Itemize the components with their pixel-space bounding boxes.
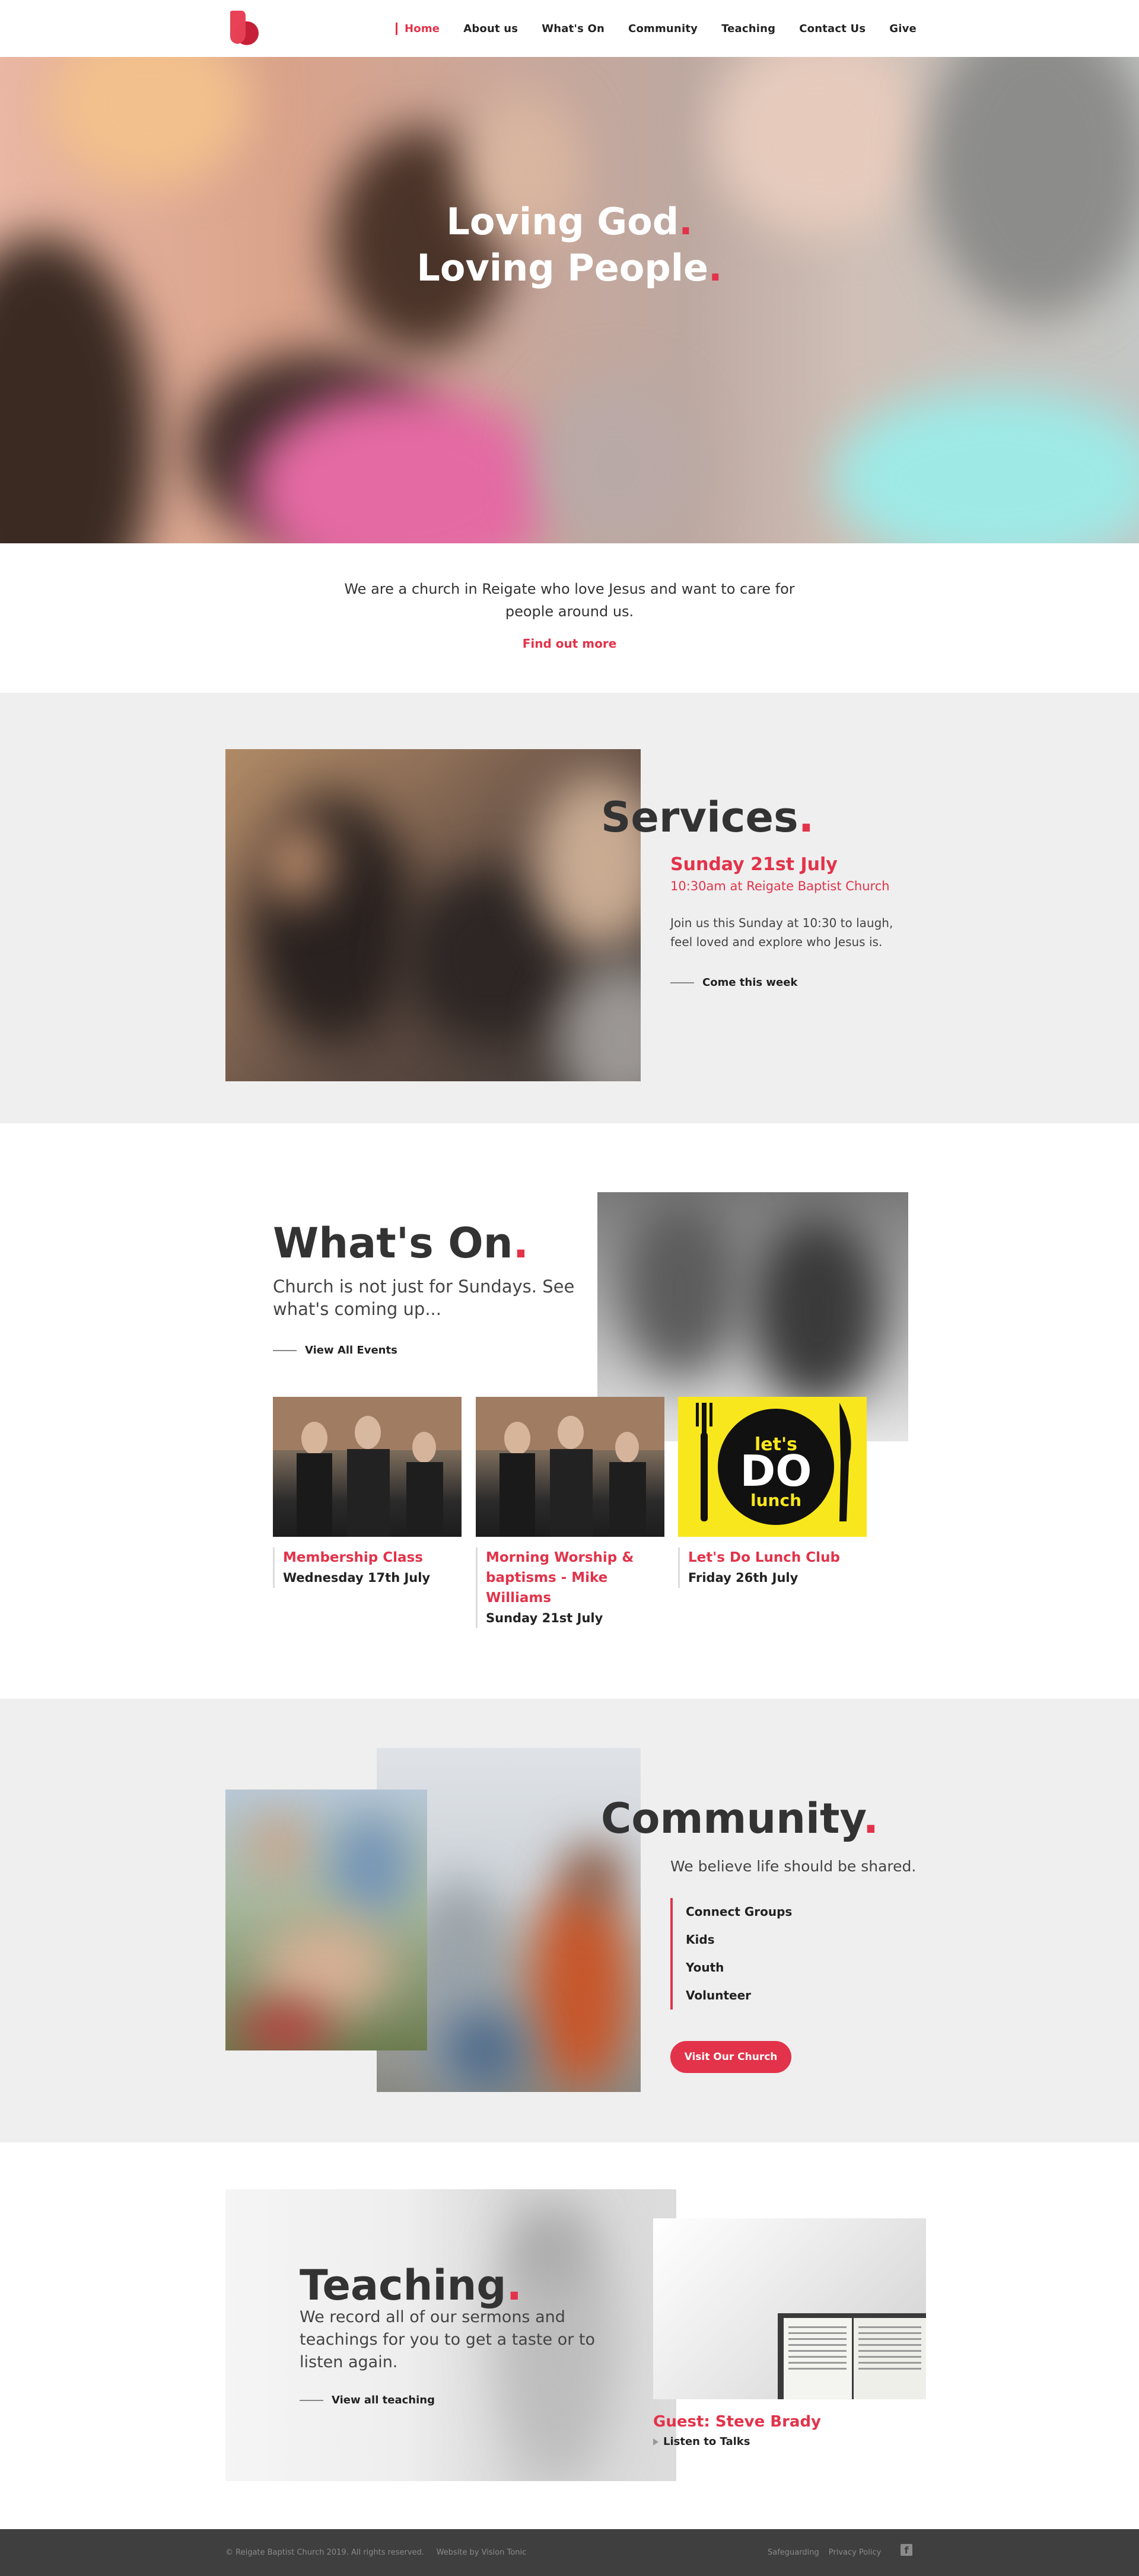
facebook-icon[interactable]: f <box>901 2544 912 2556</box>
nav-whats-on[interactable]: What's On <box>542 23 605 35</box>
whats-on-title: What's On. <box>273 1219 529 1268</box>
community-links: Connect Groups Kids Youth Volunteer <box>670 1898 848 2010</box>
lunch-logo-bottom: lunch <box>750 1491 801 1510</box>
view-all-teaching-label: View all teaching <box>332 2394 435 2406</box>
nav-home[interactable]: Home <box>396 22 440 35</box>
services-time: 10:30am at Reigate Baptist Church <box>670 879 890 893</box>
intro-text: We are a church in Reigate who love Jesu… <box>344 581 795 620</box>
event-date: Friday 26th July <box>688 1571 798 1585</box>
community-link-connect-groups[interactable]: Connect Groups <box>686 1898 848 1926</box>
nav-contact-us[interactable]: Contact Us <box>799 23 866 35</box>
community-photo-group <box>225 1789 427 2050</box>
listen-label: Listen to Talks <box>663 2435 750 2448</box>
event-image <box>273 1397 462 1537</box>
bible-photo <box>653 2218 926 2399</box>
footer-links: Safeguarding Privacy Policy <box>768 2548 890 2557</box>
event-card[interactable]: let's DO lunch Let's Do Lunch Club Frida… <box>678 1397 867 1588</box>
site-footer <box>0 2529 1139 2576</box>
nav-about-us[interactable]: About us <box>463 23 518 35</box>
nav-teaching[interactable]: Teaching <box>721 23 775 35</box>
event-image: let's DO lunch <box>678 1397 867 1537</box>
community-link-kids[interactable]: Kids <box>686 1926 848 1954</box>
view-all-teaching-link[interactable]: View all teaching <box>300 2394 435 2406</box>
event-date: Wednesday 17th July <box>283 1571 431 1585</box>
find-out-more-link[interactable]: Find out more <box>510 636 629 651</box>
visit-our-church-button[interactable]: Visit Our Church <box>670 2041 791 2073</box>
community-title: Community. <box>601 1794 879 1843</box>
footer-link-privacy[interactable]: Privacy Policy <box>829 2548 882 2557</box>
guest-speaker: Guest: Steve Brady <box>653 2413 822 2431</box>
services-photo <box>225 749 641 1081</box>
footer-copyright: © Reigate Baptist Church 2019. All right… <box>225 2548 424 2557</box>
footer-credit[interactable]: Website by Vision Tonic <box>437 2548 527 2557</box>
link-dash <box>670 982 694 983</box>
lunch-logo-middle: DO <box>740 1446 812 1496</box>
community-link-youth[interactable]: Youth <box>686 1954 848 1982</box>
services-date: Sunday 21st July <box>670 854 838 875</box>
event-date: Sunday 21st July <box>486 1611 603 1625</box>
footer-legal: © Reigate Baptist Church 2019. All right… <box>225 2548 526 2557</box>
hero-banner <box>0 57 1139 543</box>
come-this-week-label: Come this week <box>702 976 798 989</box>
hero-dot-1: . <box>679 200 693 243</box>
whats-on-subtitle: Church is not just for Sundays. See what… <box>273 1276 575 1319</box>
event-title: Let's Do Lunch Club <box>688 1550 840 1565</box>
view-all-events-link[interactable]: View All Events <box>273 1344 397 1357</box>
nav-community[interactable]: Community <box>628 23 698 35</box>
link-dash <box>273 1349 297 1351</box>
listen-to-talks-link[interactable]: Listen to Talks <box>653 2435 750 2448</box>
teaching-title: Teaching. <box>300 2261 523 2310</box>
view-all-events-label: View All Events <box>305 1344 397 1357</box>
community-subtitle: We believe life should be shared. <box>670 1858 917 1875</box>
event-text: Membership Class Wednesday 17th July <box>273 1547 462 1588</box>
play-icon <box>653 2438 658 2446</box>
event-card[interactable]: Morning Worship & baptisms - Mike Willia… <box>476 1397 664 1628</box>
hero-line-1: Loving God <box>446 200 679 243</box>
come-this-week-link[interactable]: Come this week <box>670 976 797 989</box>
event-text: Morning Worship & baptisms - Mike Willia… <box>476 1547 664 1628</box>
event-title: Membership Class <box>283 1550 423 1565</box>
teaching-description: We record all of our sermons and teachin… <box>300 2308 596 2371</box>
nav-give[interactable]: Give <box>889 23 917 35</box>
event-image <box>476 1397 664 1537</box>
link-dash <box>300 2399 323 2401</box>
footer-link-safeguarding[interactable]: Safeguarding <box>768 2548 819 2557</box>
event-title: Morning Worship & baptisms - Mike Willia… <box>486 1550 634 1606</box>
church-logo[interactable] <box>225 9 262 46</box>
hero-dot-2: . <box>708 246 723 289</box>
services-description: Join us this Sunday at 10:30 to laugh, f… <box>670 916 893 949</box>
event-text: Let's Do Lunch Club Friday 26th July <box>678 1547 867 1588</box>
hero-line-2: Loving People <box>416 246 709 289</box>
event-card[interactable]: Membership Class Wednesday 17th July <box>273 1397 462 1588</box>
hero-heading: Loving God. Loving People. <box>0 199 1139 291</box>
community-link-volunteer[interactable]: Volunteer <box>686 1982 848 2010</box>
main-nav: Home About us What's On Community Teachi… <box>396 18 940 39</box>
services-title: Services. <box>601 793 815 842</box>
